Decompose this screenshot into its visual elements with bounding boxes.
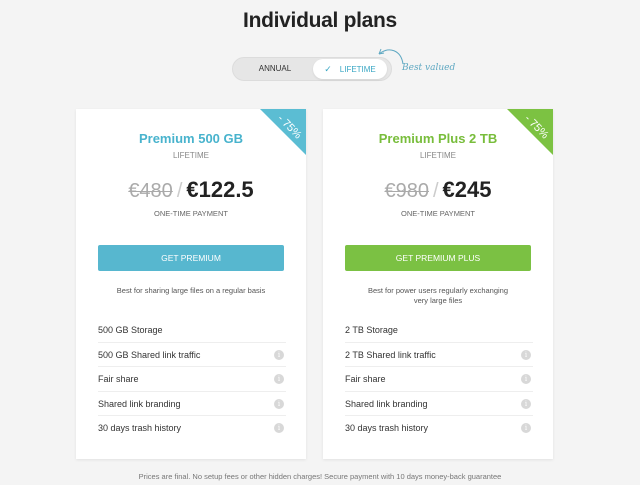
- new-price: €245: [442, 177, 492, 202]
- feature-item: Fair share i: [98, 367, 286, 392]
- feature-label: 30 days trash history: [345, 423, 429, 433]
- feature-item: 30 days trash history i: [345, 416, 533, 441]
- feature-list: 500 GB Storage 500 GB Shared link traffi…: [98, 318, 286, 441]
- footer-note: Prices are final. No setup fees or other…: [138, 472, 502, 481]
- billing-toggle: ANNUAL ✓ LIFETIME: [232, 57, 392, 81]
- feature-item: 500 GB Shared link traffic i: [98, 343, 286, 367]
- old-price: €480: [128, 180, 173, 202]
- price-row: €480/€122.5: [76, 177, 306, 203]
- info-icon[interactable]: i: [274, 374, 284, 384]
- plan-name: Premium 500 GB: [138, 131, 244, 146]
- info-icon[interactable]: i: [521, 374, 531, 384]
- feature-item: 500 GB Storage: [98, 318, 286, 343]
- new-price: €122.5: [186, 177, 254, 202]
- info-icon[interactable]: i: [274, 398, 284, 409]
- feature-item: Shared link branding i: [345, 392, 533, 416]
- feature-item: 2 TB Storage: [345, 318, 533, 343]
- info-icon[interactable]: i: [274, 423, 284, 433]
- feature-label: Fair share: [98, 374, 139, 384]
- old-price: €980: [384, 180, 429, 202]
- price-separator: /: [432, 180, 439, 202]
- feature-label: Shared link branding: [345, 398, 428, 409]
- plan-name: Premium Plus 2 TB: [378, 131, 498, 146]
- feature-label: 500 GB Shared link traffic: [98, 349, 201, 360]
- feature-item: Shared link branding i: [98, 392, 286, 416]
- toggle-lifetime-label: LIFETIME: [339, 65, 376, 74]
- toggle-annual[interactable]: ANNUAL: [239, 59, 311, 79]
- feature-list: 2 TB Storage 2 TB Shared link traffic i F…: [345, 318, 533, 441]
- feature-label: Fair share: [345, 374, 386, 384]
- info-icon[interactable]: i: [521, 349, 531, 360]
- feature-label: Shared link branding: [98, 398, 181, 409]
- info-icon[interactable]: i: [521, 423, 531, 433]
- price-note: ONE-TIME PAYMENT: [401, 209, 475, 218]
- check-icon: ✓: [324, 64, 332, 74]
- feature-label: 30 days trash history: [98, 423, 182, 433]
- feature-item: Fair share i: [345, 367, 533, 392]
- plan-period: LIFETIME: [419, 151, 456, 160]
- plan-card-premium: - 75% Premium 500 GB LIFETIME €480/€122.…: [76, 109, 306, 459]
- plan-period: LIFETIME: [172, 151, 209, 160]
- feature-item: 30 days trash history i: [98, 416, 286, 441]
- price-note: ONE-TIME PAYMENT: [154, 209, 228, 218]
- plan-description: Best for sharing large files on a regula…: [116, 286, 266, 295]
- price-row: €980/€245: [323, 177, 553, 203]
- page-title: Individual plans: [243, 9, 397, 32]
- plan-description: Best for power users regularly exchangin…: [367, 286, 509, 305]
- plan-card-premium-plus: - 75% Premium Plus 2 TB LIFETIME €980/€2…: [323, 109, 553, 459]
- info-icon[interactable]: i: [521, 398, 531, 409]
- feature-label: 2 TB Shared link traffic: [345, 349, 436, 360]
- get-premium-button[interactable]: GET PREMIUM: [98, 245, 284, 271]
- feature-item: 2 TB Shared link traffic i: [345, 343, 533, 367]
- feature-label: 500 GB Storage: [98, 325, 163, 335]
- price-separator: /: [176, 180, 183, 202]
- info-icon[interactable]: i: [274, 349, 284, 360]
- get-premium-plus-button[interactable]: GET PREMIUM PLUS: [345, 245, 531, 271]
- best-valued-note: Best valued: [402, 63, 456, 73]
- feature-label: 2 TB Storage: [345, 325, 398, 335]
